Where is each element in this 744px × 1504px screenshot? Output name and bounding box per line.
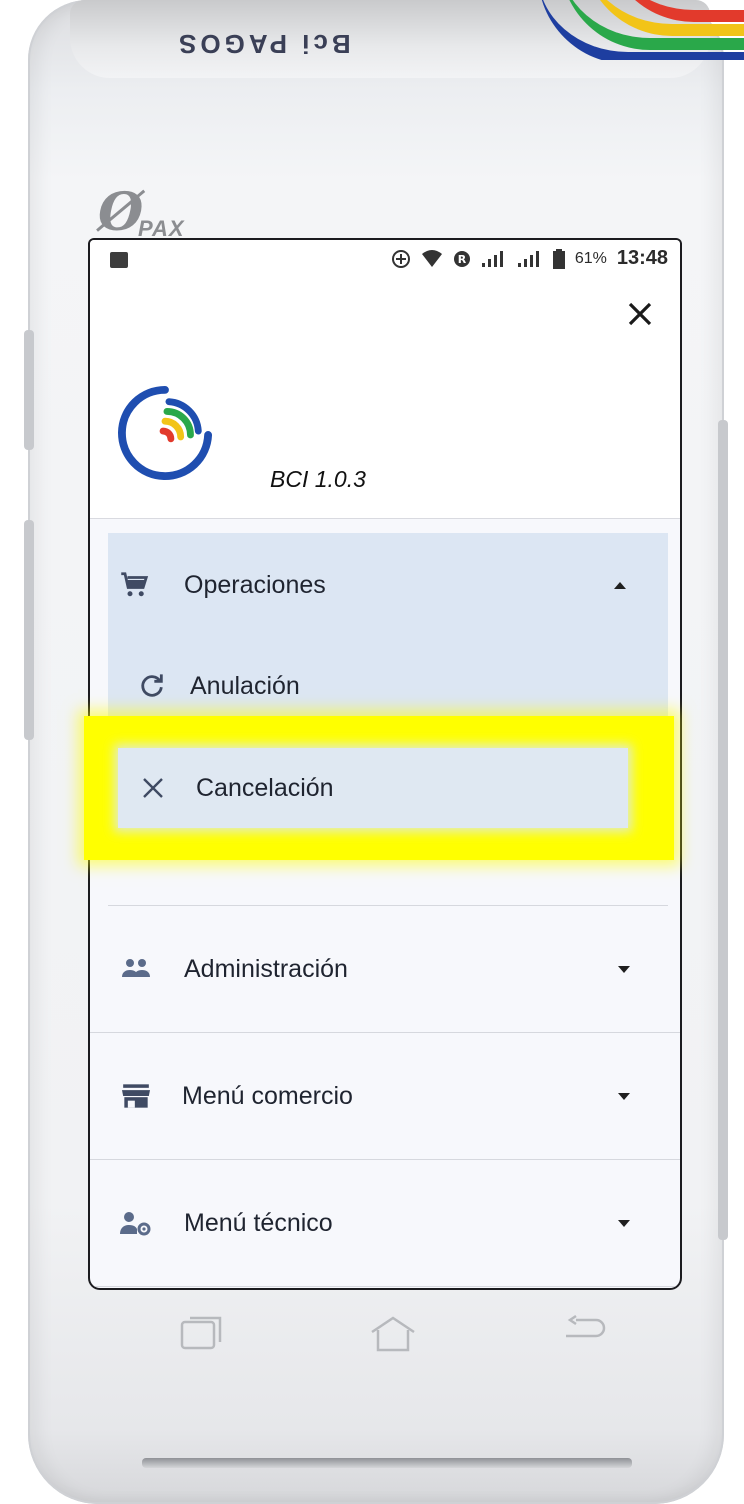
chevron-down-icon: [618, 965, 630, 973]
menu-label: Menú comercio: [182, 1081, 353, 1110]
store-icon: [122, 1084, 150, 1108]
battery-percent: 61%: [574, 249, 607, 267]
side-rail: [718, 420, 728, 1240]
drawer-header: BCI 1.0.3: [90, 280, 680, 519]
printer-brand-text: Bci PAGOS: [175, 29, 351, 59]
signal-icon: [481, 250, 503, 267]
chevron-up-icon: [614, 581, 626, 589]
drawer-menu: Operaciones Anulación Administración Men…: [90, 533, 680, 1287]
roaming-icon: R: [453, 250, 470, 267]
menu-item-administracion[interactable]: Administración: [90, 906, 680, 1032]
hardware-nav-bar: [90, 1296, 680, 1376]
clock: 13:48: [616, 247, 668, 269]
chevron-down-icon: [618, 1092, 630, 1100]
submenu-item-cancelacion[interactable]: Cancelación: [118, 748, 628, 828]
printer-cover: [70, 0, 744, 78]
menu-label: Administración: [184, 954, 348, 983]
signal-icon: [517, 250, 539, 267]
menu-item-menu-tecnico[interactable]: Menú técnico: [90, 1160, 680, 1286]
menu-item-menu-comercio[interactable]: Menú comercio: [90, 1033, 680, 1159]
side-button: [24, 520, 34, 740]
menu-label: Operaciones: [184, 570, 326, 599]
app-version: BCI 1.0.3: [270, 466, 366, 492]
close-icon: [143, 778, 163, 798]
wifi-icon: [421, 249, 442, 267]
close-icon: [628, 302, 652, 326]
image-icon: [110, 252, 128, 268]
back-icon[interactable]: [562, 1314, 608, 1350]
refresh-icon: [141, 674, 163, 697]
cart-icon: [121, 572, 149, 597]
menu-label: Menú técnico: [184, 1208, 333, 1237]
battery-icon: [552, 248, 565, 269]
people-icon: [122, 959, 150, 977]
user-settings-icon: [120, 1212, 151, 1236]
add-circle-icon: [391, 249, 410, 268]
pax-logo: Ø PAX: [98, 182, 185, 243]
bci-app-logo: [118, 385, 213, 481]
brand-stripes: [530, 0, 744, 60]
menu-item-operaciones[interactable]: Operaciones: [108, 533, 668, 637]
menu-label: Anulación: [190, 671, 300, 700]
close-drawer-button[interactable]: [622, 298, 658, 334]
status-bar: R 61% 13:48: [90, 240, 680, 280]
svg-text:R: R: [458, 253, 467, 266]
home-icon[interactable]: [368, 1314, 418, 1354]
recent-apps-icon[interactable]: [178, 1314, 224, 1352]
menu-label: Cancelación: [196, 773, 334, 802]
divider: [90, 1286, 680, 1287]
side-button: [24, 330, 34, 450]
selection-highlight: Cancelación: [84, 716, 674, 860]
chevron-down-icon: [618, 1219, 630, 1227]
card-slot: [142, 1458, 632, 1468]
